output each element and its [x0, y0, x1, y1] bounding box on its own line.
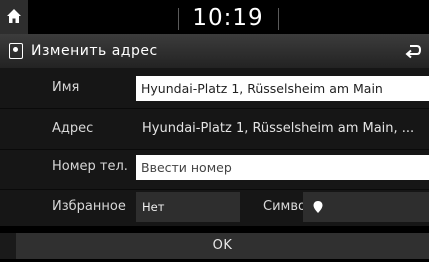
ok-button[interactable]: OK	[16, 233, 429, 259]
address-value[interactable]: Hyundai-Platz 1, Rüsselsheim am Main, ..…	[142, 117, 429, 141]
page-title: Изменить адрес	[31, 43, 158, 59]
name-label: Имя	[52, 80, 80, 95]
home-icon	[7, 9, 21, 23]
clock: 10:19	[192, 5, 264, 31]
favorite-label: Избранное	[52, 199, 126, 214]
phone-field[interactable]: Ввести номер	[136, 155, 429, 180]
home-button[interactable]	[0, 0, 28, 34]
symbol-select[interactable]	[303, 192, 429, 222]
status-divider-right	[278, 8, 279, 30]
location-pin-icon	[9, 43, 23, 59]
name-field[interactable]: Hyundai-Platz 1, Rüsselsheim am Main	[136, 76, 429, 101]
ok-bar-edge	[0, 233, 16, 259]
status-divider-left	[178, 8, 179, 30]
back-arrow-icon	[405, 45, 422, 59]
phone-label: Номер тел.	[52, 159, 128, 174]
address-label: Адрес	[52, 121, 94, 136]
favorite-select[interactable]: Нет	[136, 192, 240, 222]
back-button[interactable]	[397, 34, 429, 68]
pin-icon	[313, 201, 323, 213]
